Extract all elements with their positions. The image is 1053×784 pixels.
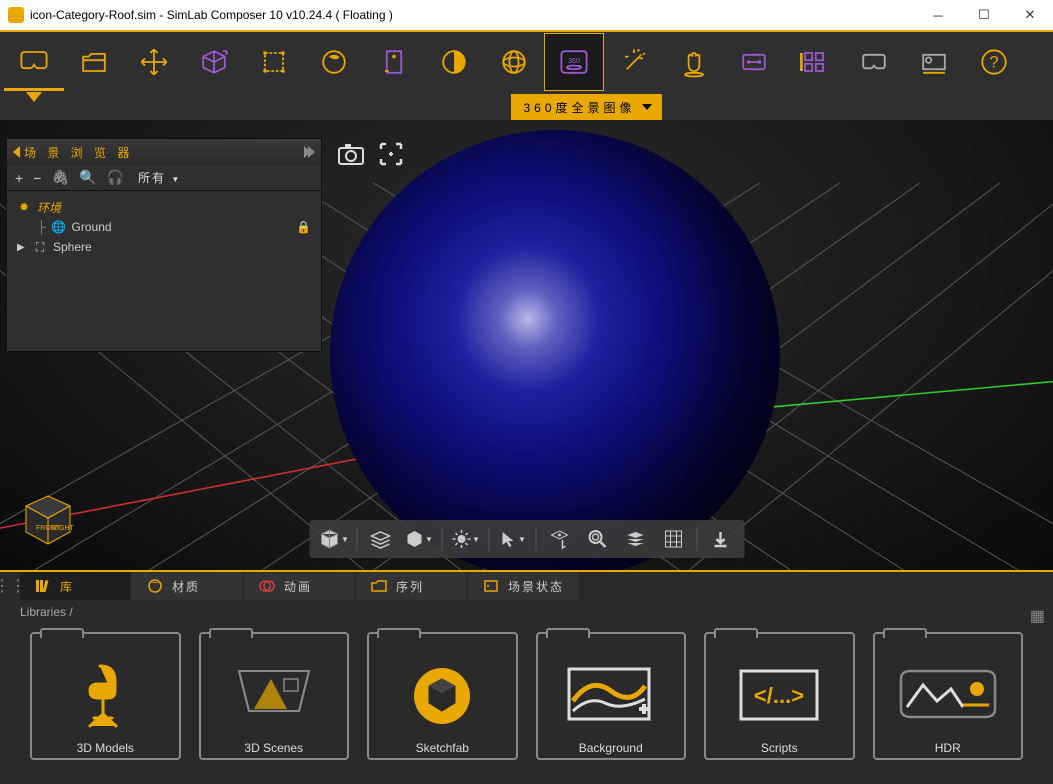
stack-icon[interactable] <box>617 523 653 555</box>
library-breadcrumb[interactable]: Libraries / <box>0 600 1053 624</box>
move-arrows-button[interactable] <box>124 33 184 91</box>
cursor-icon[interactable]: ▼ <box>494 523 530 555</box>
tab-library[interactable]: 库 <box>20 572 130 600</box>
viewport-tools <box>335 140 407 168</box>
window-title: icon-Category-Roof.sim - SimLab Composer… <box>30 8 393 22</box>
tree-item-env[interactable]: ✸ 环境 <box>17 197 311 217</box>
submenu-360-panorama[interactable]: 360度全景图像 <box>511 94 661 120</box>
zoom-icon[interactable] <box>579 523 615 555</box>
light-icon[interactable]: ▼ <box>447 523 483 555</box>
panel-grip-icon[interactable]: ⋮⋮ <box>0 572 20 600</box>
bottom-panel: ⋮⋮ 库 材质 动画 序列 场景状态 Libraries / <box>0 570 1053 784</box>
expand-arrow-icon[interactable] <box>304 146 315 158</box>
add-icon[interactable]: + <box>15 170 23 186</box>
tab-scene-state[interactable]: 场景状态 <box>468 572 578 600</box>
tree-item-sphere[interactable]: ▶ ⛶ Sphere <box>17 237 311 257</box>
expand-icon[interactable]: ▶ <box>17 242 27 253</box>
page-button[interactable] <box>364 33 424 91</box>
remove-icon[interactable]: − <box>33 170 41 186</box>
lock-icon[interactable]: 🔒 <box>296 220 311 234</box>
svg-text:?: ? <box>989 53 998 71</box>
scripts-icon: </...> <box>706 634 853 758</box>
room-icon <box>201 634 348 758</box>
selection-button[interactable] <box>244 33 304 91</box>
globe-icon: 🌐 <box>52 220 66 234</box>
help-button[interactable]: ? <box>964 33 1024 91</box>
vr-headset-button[interactable] <box>4 33 64 91</box>
hdr-icon <box>875 634 1022 758</box>
material-sphere-button[interactable] <box>304 33 364 91</box>
cube-button[interactable] <box>184 33 244 91</box>
scene-browser-toolbar: + − 🖇 🔍 🎧 所有 ▼ <box>7 165 321 191</box>
cube-view-icon[interactable]: ▼ <box>315 523 351 555</box>
tab-animation[interactable]: 动画 <box>244 572 354 600</box>
lib-card-3d-scenes[interactable]: 3D Scenes <box>199 632 350 760</box>
env-icon: ✸ <box>17 200 31 214</box>
contrast-circle-button[interactable] <box>424 33 484 91</box>
file-button[interactable] <box>64 33 124 91</box>
grid-toggle-icon[interactable] <box>655 523 691 555</box>
bottom-panel-tabs: ⋮⋮ 库 材质 动画 序列 场景状态 <box>0 572 1053 600</box>
lib-card-3d-models[interactable]: 3D Models <box>30 632 181 760</box>
sketchfab-icon <box>369 634 516 758</box>
layers-icon[interactable] <box>362 523 398 555</box>
submenu-label: 360度全景图像 <box>523 99 635 116</box>
viewport-bottom-toolbar: ▼ ▼ ▼ ▼ <box>309 520 744 558</box>
background-icon <box>538 634 685 758</box>
tree-item-ground[interactable]: ├ 🌐 Ground 🔒 <box>17 217 311 237</box>
minimize-button[interactable]: ─ <box>915 0 961 30</box>
magic-wand-button[interactable] <box>604 33 664 91</box>
connections-button[interactable] <box>724 33 784 91</box>
lib-card-hdr[interactable]: HDR <box>873 632 1024 760</box>
panel-menu-icon[interactable]: ▦ <box>1030 606 1045 626</box>
chair-icon <box>32 634 179 758</box>
lib-card-scripts[interactable]: </...> Scripts <box>704 632 855 760</box>
crop-icon[interactable] <box>375 140 407 168</box>
scene-browser-panel: 场 景 浏 览 器 + − 🖇 🔍 🎧 所有 ▼ ✸ 环境 ├ 🌐 Ground… <box>6 138 322 352</box>
sphere-object[interactable] <box>330 130 780 570</box>
globe-button[interactable] <box>484 33 544 91</box>
search-icon[interactable]: 🔍 <box>79 169 96 186</box>
360-panorama-button[interactable]: 360 <box>544 33 604 91</box>
target-icon[interactable] <box>541 523 577 555</box>
link-icon[interactable]: 🖇 <box>51 169 69 186</box>
app-icon <box>8 7 24 23</box>
scene-browser-header[interactable]: 场 景 浏 览 器 <box>7 139 321 165</box>
mesh-icon: ⛶ <box>33 240 47 254</box>
scene-browser-title: 场 景 浏 览 器 <box>24 144 133 161</box>
library-grid: 3D Models 3D Scenes Sketchfab Background <box>0 624 1053 784</box>
maximize-button[interactable]: ☐ <box>961 0 1007 30</box>
grid-panel-button[interactable] <box>784 33 844 91</box>
filter-dropdown[interactable]: 所有 ▼ <box>138 169 181 186</box>
close-button[interactable]: ✕ <box>1007 0 1053 30</box>
svg-text:RIGHT: RIGHT <box>52 525 75 532</box>
dropdown-arrow-icon <box>642 104 652 110</box>
download-icon[interactable] <box>702 523 738 555</box>
window-titlebar: icon-Category-Roof.sim - SimLab Composer… <box>0 0 1053 30</box>
collapse-arrow-icon <box>13 146 20 158</box>
tab-sequence[interactable]: 序列 <box>356 572 466 600</box>
presentation-button[interactable] <box>904 33 964 91</box>
tab-material[interactable]: 材质 <box>132 572 242 600</box>
scene-tree: ✸ 环境 ├ 🌐 Ground 🔒 ▶ ⛶ Sphere <box>7 191 321 351</box>
lib-card-sketchfab[interactable]: Sketchfab <box>367 632 518 760</box>
cube-solid-icon[interactable]: ▼ <box>400 523 436 555</box>
main-toolbar: 360 ? <box>0 32 1053 92</box>
navigation-cube[interactable]: FRONT RIGHT <box>18 490 78 550</box>
hand-button[interactable] <box>664 33 724 91</box>
svg-text:360: 360 <box>568 56 580 65</box>
vr-small-button[interactable] <box>844 33 904 91</box>
submenu-bar: 360度全景图像 <box>0 92 1053 120</box>
panel-right-controls: ▦ <box>1030 606 1045 626</box>
camera-icon[interactable] <box>335 140 367 168</box>
viewport-area[interactable]: 场 景 浏 览 器 + − 🖇 🔍 🎧 所有 ▼ ✸ 环境 ├ 🌐 Ground… <box>0 120 1053 570</box>
audio-icon[interactable]: 🎧 <box>107 169 124 186</box>
lib-card-background[interactable]: Background <box>536 632 687 760</box>
svg-text:</...>: </...> <box>754 683 804 708</box>
